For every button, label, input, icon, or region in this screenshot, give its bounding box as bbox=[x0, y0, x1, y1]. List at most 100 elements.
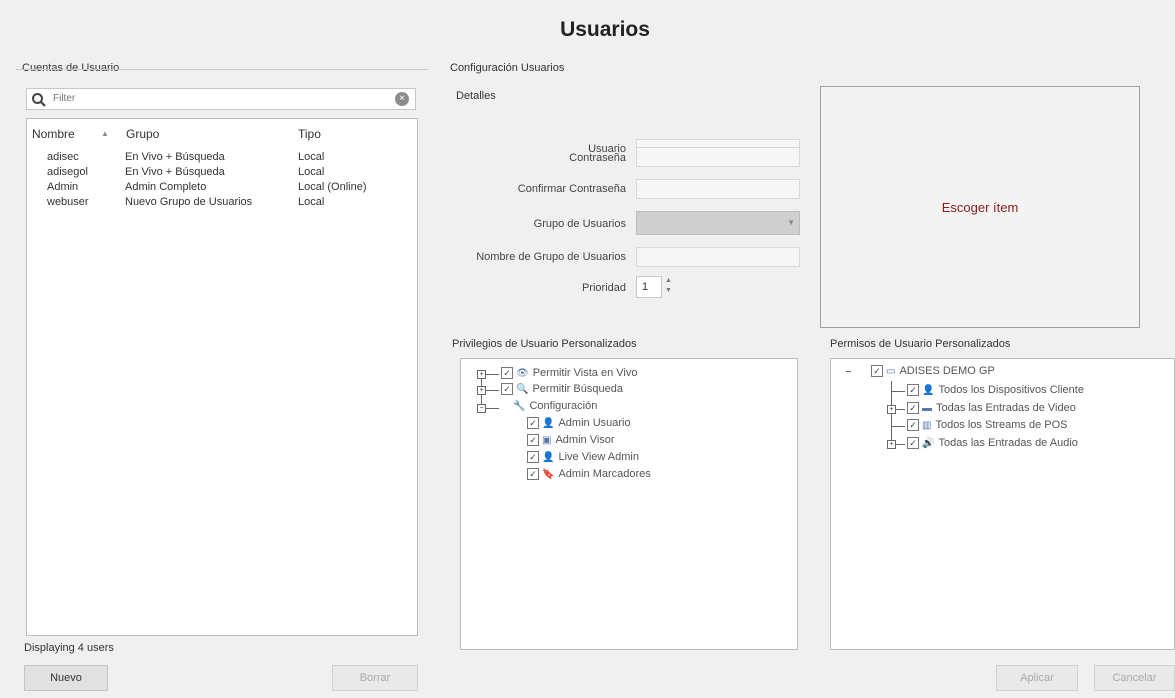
search-box[interactable]: Filter × bbox=[26, 88, 416, 110]
user-group-dropdown[interactable]: ▼ bbox=[636, 211, 800, 235]
new-button[interactable]: Nuevo bbox=[24, 665, 108, 691]
camera-icon: ▬ bbox=[922, 402, 932, 414]
tree-item[interactable]: 🔧 Configuración bbox=[513, 400, 597, 412]
privileges-tree[interactable]: + + − ✓ 👁 Permitir Vista en Vivo ✓ 🔍 Permiti… bbox=[460, 358, 798, 650]
sort-ascending-icon: ▲ bbox=[101, 129, 109, 138]
column-header-group[interactable]: Grupo bbox=[126, 127, 159, 141]
group-name-field[interactable] bbox=[636, 247, 800, 267]
pos-icon: ▥ bbox=[922, 419, 932, 431]
server-icon: ▭ bbox=[886, 365, 896, 377]
chevron-down-icon: ▼ bbox=[787, 218, 795, 227]
checkbox-icon[interactable]: ✓ bbox=[527, 468, 539, 481]
expand-icon[interactable]: + bbox=[477, 370, 486, 379]
checkbox-icon[interactable]: ✓ bbox=[907, 402, 919, 415]
user-icon: 👤 bbox=[542, 451, 555, 463]
permissions-label: Permisos de Usuario Personalizados bbox=[830, 338, 1011, 350]
column-header-name[interactable]: Nombre bbox=[32, 127, 75, 141]
table-row[interactable]: Admin Admin Completo Local (Online) bbox=[27, 181, 417, 196]
stepper-arrows-icon[interactable]: ▲ ▼ bbox=[665, 276, 672, 296]
tree-item[interactable]: ✓ 🔖 Admin Marcadores bbox=[527, 468, 651, 481]
user-group-cell: En Vivo + Búsqueda bbox=[125, 166, 225, 178]
checkbox-icon[interactable]: ✓ bbox=[501, 367, 513, 380]
confirm-password-field[interactable] bbox=[636, 179, 800, 199]
search-input[interactable]: Filter bbox=[53, 93, 75, 104]
expand-icon[interactable]: + bbox=[477, 386, 486, 395]
checkbox-icon[interactable]: ✓ bbox=[907, 437, 919, 450]
tree-item[interactable]: ✓ ▣ Admin Visor bbox=[527, 434, 615, 447]
expand-icon[interactable]: + bbox=[887, 405, 896, 414]
user-type-cell: Local bbox=[298, 151, 325, 163]
tree-item-label: ADISES DEMO GP bbox=[899, 365, 995, 377]
checkbox-icon[interactable]: ✓ bbox=[501, 383, 513, 396]
user-group-cell: Admin Completo bbox=[125, 181, 207, 193]
group-name-label: Nombre de Grupo de Usuarios bbox=[476, 251, 626, 263]
table-row[interactable]: webuser Nuevo Grupo de Usuarios Local bbox=[27, 196, 417, 211]
column-header-type[interactable]: Tipo bbox=[298, 127, 321, 141]
tree-item[interactable]: ✓ 👤 Live View Admin bbox=[527, 451, 639, 464]
priority-stepper[interactable]: 1 bbox=[636, 276, 662, 298]
tree-item-label: Configuración bbox=[529, 400, 598, 412]
user-name-cell: adisec bbox=[47, 151, 79, 163]
tree-item[interactable]: ✓ 👁 Permitir Vista en Vivo bbox=[501, 367, 638, 380]
user-type-cell: Local bbox=[298, 196, 325, 208]
tree-item-label: Live View Admin bbox=[558, 451, 639, 463]
page-title: Usuarios bbox=[560, 18, 650, 41]
checkbox-icon[interactable]: ✓ bbox=[527, 451, 539, 464]
tree-item[interactable]: ✓ ▥ Todos los Streams de POS bbox=[907, 419, 1068, 432]
priority-label: Prioridad bbox=[581, 282, 626, 294]
eye-icon: 👁 bbox=[516, 367, 529, 379]
config-label: Configuración Usuarios bbox=[450, 62, 565, 74]
wrench-icon: 🔧 bbox=[513, 400, 526, 412]
tree-item-label: Todos los Streams de POS bbox=[935, 419, 1068, 431]
tree-item-label: Todas las Entradas de Audio bbox=[938, 437, 1078, 449]
collapse-icon[interactable]: − bbox=[477, 404, 486, 413]
password-label: Contraseña bbox=[569, 152, 626, 164]
table-row[interactable]: adisec En Vivo + Búsqueda Local bbox=[27, 151, 417, 166]
user-name-cell: webuser bbox=[47, 196, 89, 208]
bookmark-icon: 🔖 bbox=[542, 468, 555, 480]
user-type-cell: Local (Online) bbox=[298, 181, 367, 193]
user-type-cell: Local bbox=[298, 166, 325, 178]
status-text: Displaying 4 users bbox=[24, 642, 114, 654]
user-accounts-frame-line bbox=[16, 69, 428, 71]
tree-item[interactable]: ✓ 🔍 Permitir Búsqueda bbox=[501, 383, 623, 396]
user-list[interactable]: Nombre ▲ Grupo Tipo adisec En Vivo + Bús… bbox=[26, 118, 418, 636]
tree-item-label: Admin Usuario bbox=[558, 417, 631, 429]
confirm-password-label: Confirmar Contraseña bbox=[517, 183, 626, 195]
monitor-icon: ▣ bbox=[542, 434, 552, 446]
tree-item[interactable]: ✓ 👤 Todos los Dispositivos Cliente bbox=[907, 384, 1084, 397]
password-field[interactable] bbox=[636, 147, 800, 167]
clear-search-icon[interactable]: × bbox=[395, 92, 409, 106]
search-icon: 🔍 bbox=[516, 383, 529, 395]
tree-item[interactable]: ✓ 🔊 Todas las Entradas de Audio bbox=[907, 437, 1078, 450]
user-group-cell: Nuevo Grupo de Usuarios bbox=[125, 196, 253, 208]
audio-icon: 🔊 bbox=[922, 437, 935, 449]
table-row[interactable]: adisegol En Vivo + Búsqueda Local bbox=[27, 166, 417, 181]
tree-item-label: Admin Visor bbox=[555, 434, 615, 446]
checkbox-icon[interactable]: ✓ bbox=[527, 434, 539, 447]
cancel-button[interactable]: Cancelar bbox=[1094, 665, 1175, 691]
permissions-tree[interactable]: − ✓ ▭ ADISES DEMO GP + + ✓ 👤 Todos los Dispo… bbox=[830, 358, 1175, 650]
tree-item-label: Permitir Vista en Vivo bbox=[532, 367, 638, 379]
checkbox-icon[interactable]: ✓ bbox=[871, 365, 883, 378]
collapse-icon[interactable]: − bbox=[845, 367, 852, 378]
tree-item[interactable]: ✓ 👤 Admin Usuario bbox=[527, 417, 631, 430]
search-icon bbox=[32, 93, 46, 107]
user-name-cell: adisegol bbox=[47, 166, 88, 178]
tree-item[interactable]: ✓ ▬ Todas las Entradas de Video bbox=[907, 402, 1076, 415]
user-group-label: Grupo de Usuarios bbox=[533, 218, 626, 230]
tree-item-label: Admin Marcadores bbox=[558, 468, 651, 480]
delete-button[interactable]: Borrar bbox=[332, 665, 418, 691]
tree-item-root[interactable]: ✓ ▭ ADISES DEMO GP bbox=[871, 365, 995, 378]
checkbox-icon[interactable]: ✓ bbox=[907, 384, 919, 397]
item-picker-panel[interactable]: Escoger ítem bbox=[820, 86, 1140, 328]
checkbox-icon[interactable]: ✓ bbox=[907, 419, 919, 432]
expand-icon[interactable]: + bbox=[887, 440, 896, 449]
checkbox-icon[interactable]: ✓ bbox=[527, 417, 539, 430]
user-name-cell: Admin bbox=[47, 181, 79, 193]
privileges-label: Privilegios de Usuario Personalizados bbox=[452, 338, 637, 350]
tree-item-label: Todas las Entradas de Video bbox=[936, 402, 1076, 414]
details-label: Detalles bbox=[456, 90, 496, 102]
apply-button[interactable]: Aplicar bbox=[996, 665, 1078, 691]
user-icon: 👤 bbox=[542, 417, 555, 429]
